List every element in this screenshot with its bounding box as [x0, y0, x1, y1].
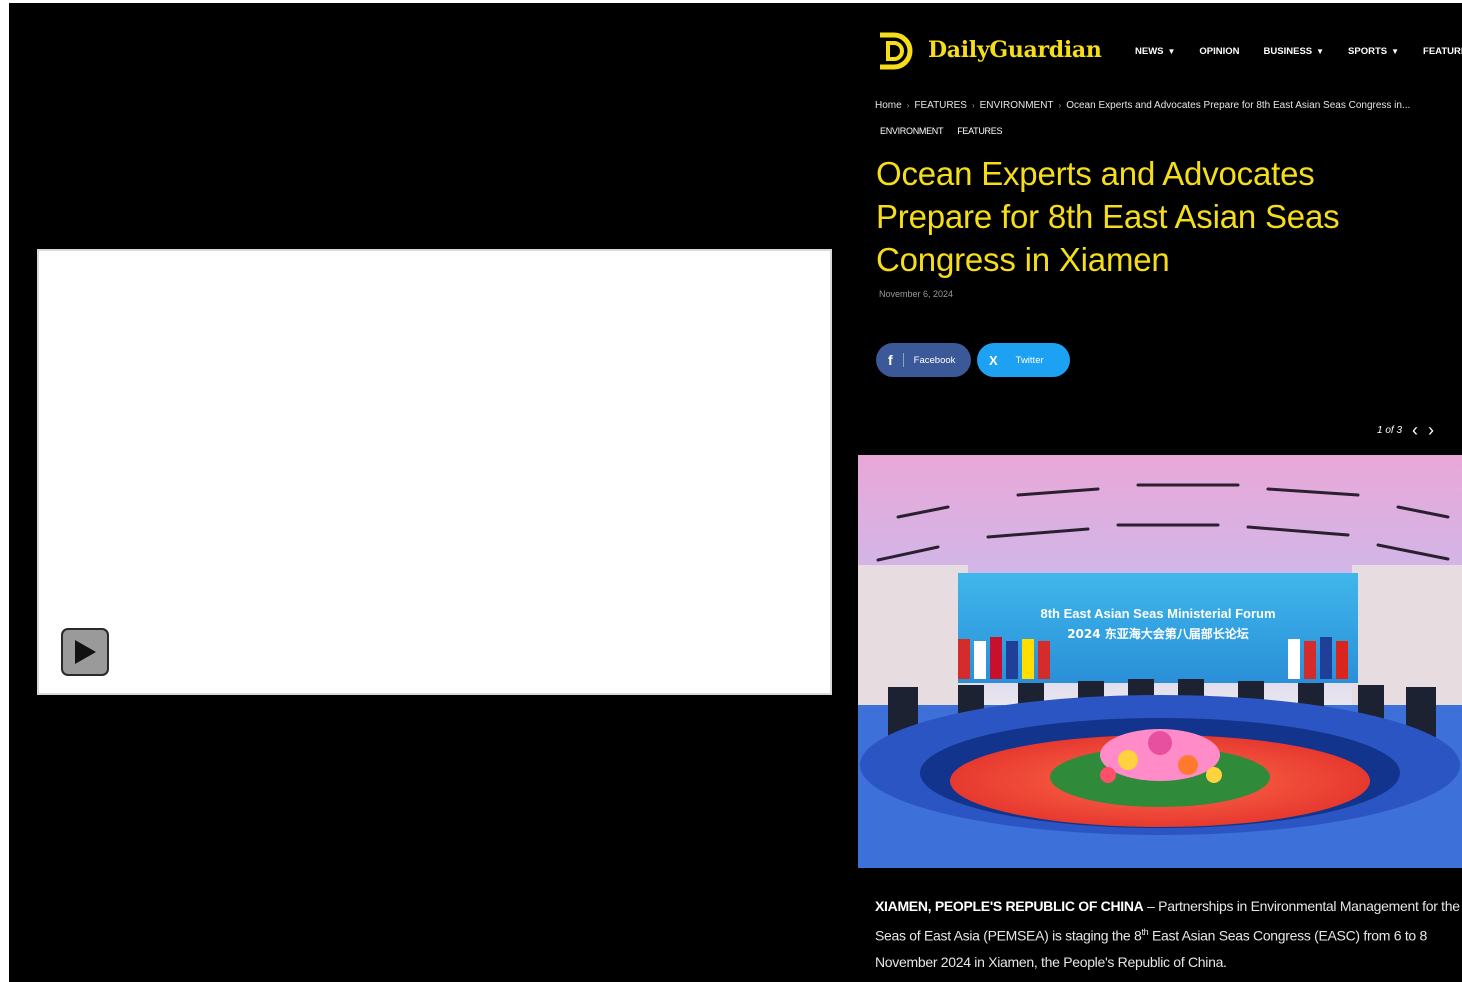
divider — [902, 353, 904, 367]
main-nav: NEWS▼ OPINION BUSINESS▼ SPORTS▼ FEATURES — [1135, 46, 1462, 57]
article-title: Ocean Experts and Advocates Prepare for … — [876, 155, 1340, 278]
twitter-label: Twitter — [1015, 354, 1044, 366]
site-header: DailyGuardian NEWS ▼ OPINION BUSINESS ▼ SP… — [858, 27, 1462, 75]
gallery-nav: 1 of 3 ‹ › — [1377, 421, 1434, 439]
nav-opinion[interactable]: OPINION — [1199, 46, 1239, 57]
x-icon: X — [989, 352, 998, 368]
category-tags: ENVIRONMENT FEATURES — [880, 126, 1002, 136]
breadcrumb-current: Ocean Experts and Advocates Prepare for … — [1066, 100, 1411, 111]
facebook-label: Facebook — [913, 354, 956, 366]
logo-icon[interactable] — [876, 31, 914, 71]
article-lead: XIAMEN, PEOPLE'S REPUBLIC OF CHINA – Par… — [875, 893, 1462, 975]
facebook-icon: f — [888, 352, 893, 368]
chevron-left-icon[interactable]: ‹ — [1412, 421, 1418, 439]
lead-dateline: XIAMEN, PEOPLE'S REPUBLIC OF CHINA — [875, 898, 1144, 914]
breadcrumb: Home › FEATURES › ENVIRONMENT › Ocean Ex… — [875, 100, 1410, 111]
nav-sports[interactable]: SPORTS ▼ — [1348, 46, 1399, 57]
breadcrumb-environment[interactable]: ENVIRONMENT — [980, 100, 1054, 111]
nav-features[interactable]: FEATURES — [1423, 46, 1462, 57]
gallery-photo[interactable]: 8th East Asian Seas Ministerial Forum 20… — [858, 455, 1462, 868]
article-page: DailyGuardian NEWS ▼ OPINION BUSINESS ▼ SP… — [858, 3, 1462, 982]
banner-line2: 2024 东亚海大会第八届部长论坛 — [1067, 626, 1249, 641]
nav-business[interactable]: BUSINESS ▼ — [1264, 46, 1325, 57]
banner-line1: 8th East Asian Seas Ministerial Forum — [1040, 606, 1275, 621]
video-player[interactable] — [37, 249, 832, 695]
play-button[interactable] — [61, 628, 109, 676]
page-frame: DailyGuardian NEWS ▼ OPINION BUSINESS ▼ SP… — [9, 3, 1462, 982]
twitter-share-button[interactable]: X Twitter — [977, 343, 1070, 377]
breadcrumb-separator: › — [1058, 101, 1062, 110]
chevron-right-icon[interactable]: › — [1428, 421, 1434, 439]
tag-environment[interactable]: ENVIRONMENT — [880, 126, 944, 136]
play-icon — [75, 640, 96, 664]
site-logo-text[interactable]: DailyGuardian — [928, 37, 1102, 63]
breadcrumb-home[interactable]: Home — [875, 100, 902, 111]
tag-features[interactable]: FEATURES — [957, 126, 1002, 136]
chevron-down-icon: ▼ — [1167, 47, 1176, 56]
breadcrumb-separator: › — [906, 101, 910, 110]
chevron-down-icon: ▼ — [1391, 47, 1400, 56]
share-buttons: f Facebook X Twitter — [876, 343, 1070, 377]
breadcrumb-features[interactable]: FEATURES — [914, 100, 967, 111]
facebook-share-button[interactable]: f Facebook — [876, 343, 971, 377]
breadcrumb-separator: › — [971, 101, 975, 110]
chevron-down-icon: ▼ — [1316, 47, 1325, 56]
article-date: November 6, 2024 — [879, 289, 954, 299]
gallery-count: 1 of 3 — [1377, 424, 1403, 436]
nav-news[interactable]: NEWS ▼ — [1135, 46, 1175, 57]
